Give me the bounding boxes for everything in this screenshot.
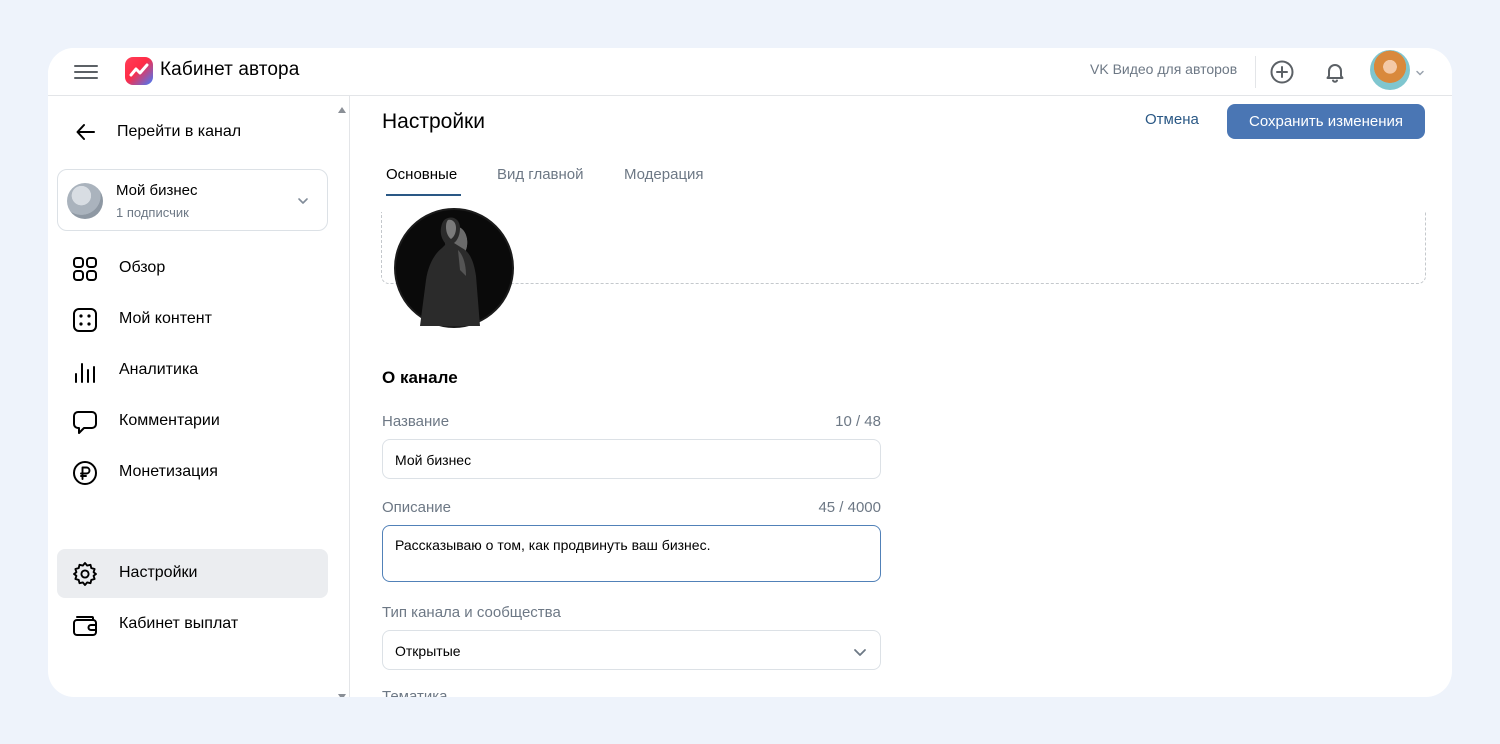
user-avatar[interactable] — [1370, 50, 1410, 90]
menu-icon[interactable] — [74, 60, 98, 84]
tab-moderation[interactable]: Модерация — [624, 166, 704, 183]
analytics-icon — [72, 358, 98, 384]
sidebar-item-label: Комментарии — [119, 412, 220, 429]
sidebar-item-payouts[interactable]: Кабинет выплат — [57, 600, 328, 649]
cancel-button[interactable]: Отмена — [1145, 111, 1199, 128]
name-label: Название — [382, 413, 450, 430]
name-value: Мой бизнес — [395, 452, 472, 468]
grid-icon — [72, 256, 98, 282]
page-title: Настройки — [382, 110, 485, 133]
sidebar-item-label: Обзор — [119, 259, 166, 276]
wallet-icon — [72, 612, 98, 638]
sidebar-item-analytics[interactable]: Аналитика — [57, 346, 328, 395]
channel-avatar — [67, 183, 103, 219]
topic-label: Тематика — [382, 689, 447, 697]
sidebar-item-label: Кабинет выплат — [119, 615, 239, 632]
name-field[interactable]: Мой бизнес — [382, 439, 881, 479]
cover-upload-area[interactable] — [381, 212, 1426, 284]
section-title-about: О канале — [382, 368, 458, 387]
top-bar: Кабинет автора VK Видео для авторов — [48, 48, 1452, 96]
description-value: Рассказываю о том, как продвинуть ваш би… — [395, 537, 711, 553]
sidebar-item-settings[interactable]: Настройки — [57, 549, 328, 598]
tab-home-view[interactable]: Вид главной — [497, 166, 584, 183]
channel-subscribers: 1 подписчик — [116, 205, 189, 220]
comment-icon — [72, 409, 98, 435]
add-icon[interactable] — [1268, 58, 1296, 86]
header-divider — [1255, 56, 1256, 88]
active-tab-indicator — [386, 194, 461, 196]
sidebar-item-label: Монетизация — [119, 463, 218, 480]
content-icon — [72, 307, 98, 333]
channel-name: Мой бизнес — [116, 182, 198, 199]
go-to-channel-label: Перейти в канал — [117, 123, 242, 140]
chevron-down-icon — [296, 194, 310, 208]
sidebar-item-overview[interactable]: Обзор — [57, 244, 328, 293]
sidebar: Перейти в канал Мой бизнес 1 подписчик О… — [48, 96, 350, 697]
description-field[interactable]: Рассказываю о том, как продвинуть ваш би… — [382, 525, 881, 582]
screen-frame: Кабинет автора VK Видео для авторов Пере… — [0, 0, 1500, 744]
app-title: Кабинет автора — [160, 59, 300, 80]
sidebar-item-monetization[interactable]: Монетизация — [57, 448, 328, 497]
settings-panel: Настройки Отмена Сохранить изменения Осн… — [351, 96, 1452, 697]
sidebar-item-label: Аналитика — [119, 361, 199, 378]
scroll-up-icon[interactable] — [338, 100, 346, 113]
app-window: Кабинет автора VK Видео для авторов Пере… — [48, 48, 1452, 697]
scroll-down-icon[interactable] — [338, 687, 346, 697]
sidebar-item-content[interactable]: Мой контент — [57, 295, 328, 344]
sidebar-item-label: Мой контент — [119, 310, 212, 327]
app-logo-icon — [125, 57, 153, 85]
chevron-down-icon — [852, 644, 868, 660]
name-counter: 10 / 48 — [835, 413, 881, 430]
chevron-down-icon[interactable] — [1415, 65, 1425, 76]
description-label: Описание — [382, 499, 452, 516]
channel-type-select[interactable]: Открытые — [382, 630, 881, 670]
tab-main[interactable]: Основные — [386, 166, 457, 183]
channel-type-label: Тип канала и сообщества — [382, 604, 561, 621]
bell-icon[interactable] — [1321, 58, 1349, 86]
gear-icon — [72, 561, 98, 587]
vk-video-link[interactable]: VK Видео для авторов — [1090, 61, 1237, 77]
channel-photo[interactable] — [394, 208, 514, 328]
ruble-icon — [72, 460, 98, 486]
go-to-channel-link[interactable]: Перейти в канал — [74, 118, 241, 146]
sidebar-item-comments[interactable]: Комментарии — [57, 397, 328, 446]
sidebar-item-label: Настройки — [119, 564, 198, 581]
channel-switcher[interactable]: Мой бизнес 1 подписчик — [57, 169, 328, 231]
channel-type-value: Открытые — [395, 643, 461, 659]
description-counter: 45 / 4000 — [818, 499, 881, 516]
save-button[interactable]: Сохранить изменения — [1227, 104, 1425, 139]
arrow-left-icon — [76, 124, 95, 140]
